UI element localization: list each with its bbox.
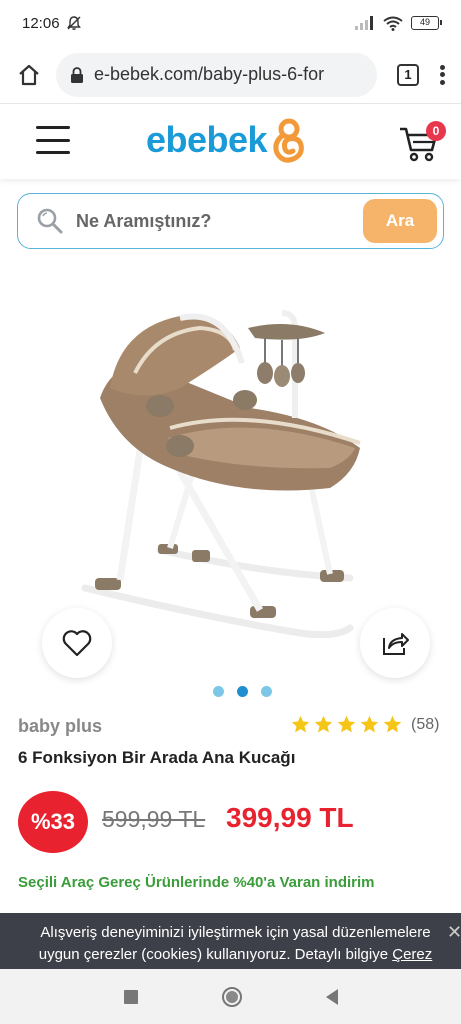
current-price: 399,99 TL — [226, 802, 354, 833]
cart-count-badge: 0 — [426, 121, 446, 141]
home-nav-button[interactable] — [221, 986, 242, 1007]
browser-menu-button[interactable] — [433, 62, 451, 88]
wifi-icon — [383, 16, 403, 31]
star-icon — [337, 715, 356, 733]
url-text: e-bebek.com/baby-plus-6-for — [94, 64, 325, 84]
old-price: 599,99 TL — [102, 806, 206, 832]
cookie-policy-link[interactable]: Çerez — [392, 946, 432, 963]
share-icon — [383, 633, 409, 655]
favorite-button[interactable] — [42, 608, 112, 678]
signal-icon — [355, 16, 373, 30]
star-icon — [360, 715, 379, 733]
url-bar[interactable]: e-bebek.com/baby-plus-6-for — [56, 52, 377, 97]
system-nav-bar — [0, 969, 461, 1024]
star-icon — [383, 715, 402, 733]
battery-indicator: 49 — [411, 16, 442, 30]
gallery-dots — [213, 686, 272, 697]
status-right: 49 — [355, 16, 442, 31]
discount-badge: %33 — [18, 791, 88, 853]
close-icon[interactable]: ✕ — [447, 923, 461, 941]
star-icon — [291, 715, 310, 733]
product-brand[interactable]: baby plus — [18, 716, 102, 737]
promo-link[interactable]: Seçili Araç Gereç Ürünlerinde %40'a Vara… — [18, 874, 375, 891]
lock-icon — [71, 66, 83, 83]
heart-icon — [62, 630, 92, 657]
home-icon — [19, 64, 39, 85]
product-title: 6 Fonksiyon Bir Arada Ana Kucağı — [18, 748, 296, 767]
mute-bell-icon — [66, 16, 81, 30]
home-button[interactable] — [10, 56, 48, 94]
back-button[interactable] — [325, 988, 338, 1005]
product-image[interactable] — [50, 288, 420, 663]
search-button[interactable]: Ara — [363, 199, 437, 243]
cookie-text: Alışveriş deneyiminizi iyileştirmek için… — [38, 924, 431, 963]
gallery-dot-active[interactable] — [237, 686, 248, 697]
search-input[interactable]: Ne Aramıştınız? — [76, 211, 363, 232]
site-logo[interactable]: ebebek — [146, 117, 309, 163]
product-rating[interactable]: (58) — [290, 714, 439, 735]
site-header: ebebek — [0, 105, 461, 179]
search-bar[interactable]: Ne Aramıştınız? Ara — [17, 193, 444, 249]
search-icon — [37, 208, 63, 234]
star-icon — [314, 715, 333, 733]
gallery-dot[interactable] — [213, 686, 224, 697]
logo-mark-icon — [273, 118, 304, 163]
menu-icon[interactable] — [36, 126, 70, 154]
status-bar: 12:06 49 — [0, 0, 461, 46]
tab-switcher-button[interactable]: 1 — [397, 63, 419, 86]
recents-button[interactable] — [123, 989, 138, 1004]
gallery-dot[interactable] — [261, 686, 272, 697]
status-time: 12:06 — [22, 14, 60, 32]
browser-toolbar: e-bebek.com/baby-plus-6-for 1 — [0, 46, 461, 104]
page: 12:06 49 e-bebek.com/baby-plus-6-for 1 e… — [0, 0, 461, 1024]
cookie-banner: Alışveriş deneyiminizi iyileştirmek için… — [0, 913, 461, 969]
logo-text: ebebek — [146, 119, 268, 160]
review-count: (58) — [411, 715, 440, 733]
share-button[interactable] — [360, 608, 430, 678]
